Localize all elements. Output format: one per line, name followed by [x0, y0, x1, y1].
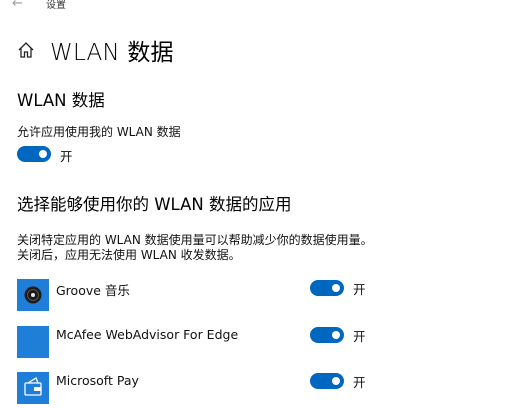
allow-wlan-toggle[interactable] — [17, 146, 51, 162]
section-title-apps: 选择能够使用你的 WLAN 数据的应用 — [17, 195, 292, 214]
groove-music-icon — [17, 279, 49, 311]
apps-description-line2: 关闭后，应用无法使用 WLAN 收发数据。 — [17, 248, 241, 262]
toggle-state: 开 — [353, 329, 366, 344]
home-icon[interactable] — [17, 41, 35, 59]
app-row-groove: Groove 音乐 开 — [17, 279, 497, 313]
page-title: WLAN 数据 — [50, 40, 174, 66]
groove-wlan-toggle[interactable] — [310, 280, 344, 296]
title-bar: ← 设置 — [0, 0, 510, 14]
microsoft-pay-wlan-toggle[interactable] — [310, 373, 344, 389]
allow-wlan-label: 允许应用使用我的 WLAN 数据 — [17, 125, 181, 139]
toggle-knob — [332, 331, 340, 339]
toggle-knob — [332, 284, 340, 292]
toggle-state: 开 — [353, 375, 366, 390]
app-name: Microsoft Pay — [56, 373, 139, 388]
mcafee-icon — [17, 326, 49, 358]
back-arrow-icon[interactable]: ← — [12, 0, 23, 11]
toggle-state: 开 — [353, 282, 366, 297]
allow-wlan-toggle-state: 开 — [60, 149, 73, 164]
toggle-knob — [332, 377, 340, 385]
app-name: Groove 音乐 — [56, 283, 130, 298]
window-title: 设置 — [46, 0, 66, 11]
section-title-wlan: WLAN 数据 — [17, 91, 105, 110]
app-name: McAfee WebAdvisor For Edge — [56, 327, 239, 342]
app-row-microsoft-pay: Microsoft Pay 开 — [17, 372, 497, 406]
mcafee-wlan-toggle[interactable] — [310, 327, 344, 343]
toggle-knob — [39, 150, 47, 158]
page-header: WLAN 数据 — [17, 34, 174, 66]
microsoft-pay-icon — [17, 372, 49, 404]
app-row-mcafee: McAfee WebAdvisor For Edge 开 — [17, 326, 497, 360]
